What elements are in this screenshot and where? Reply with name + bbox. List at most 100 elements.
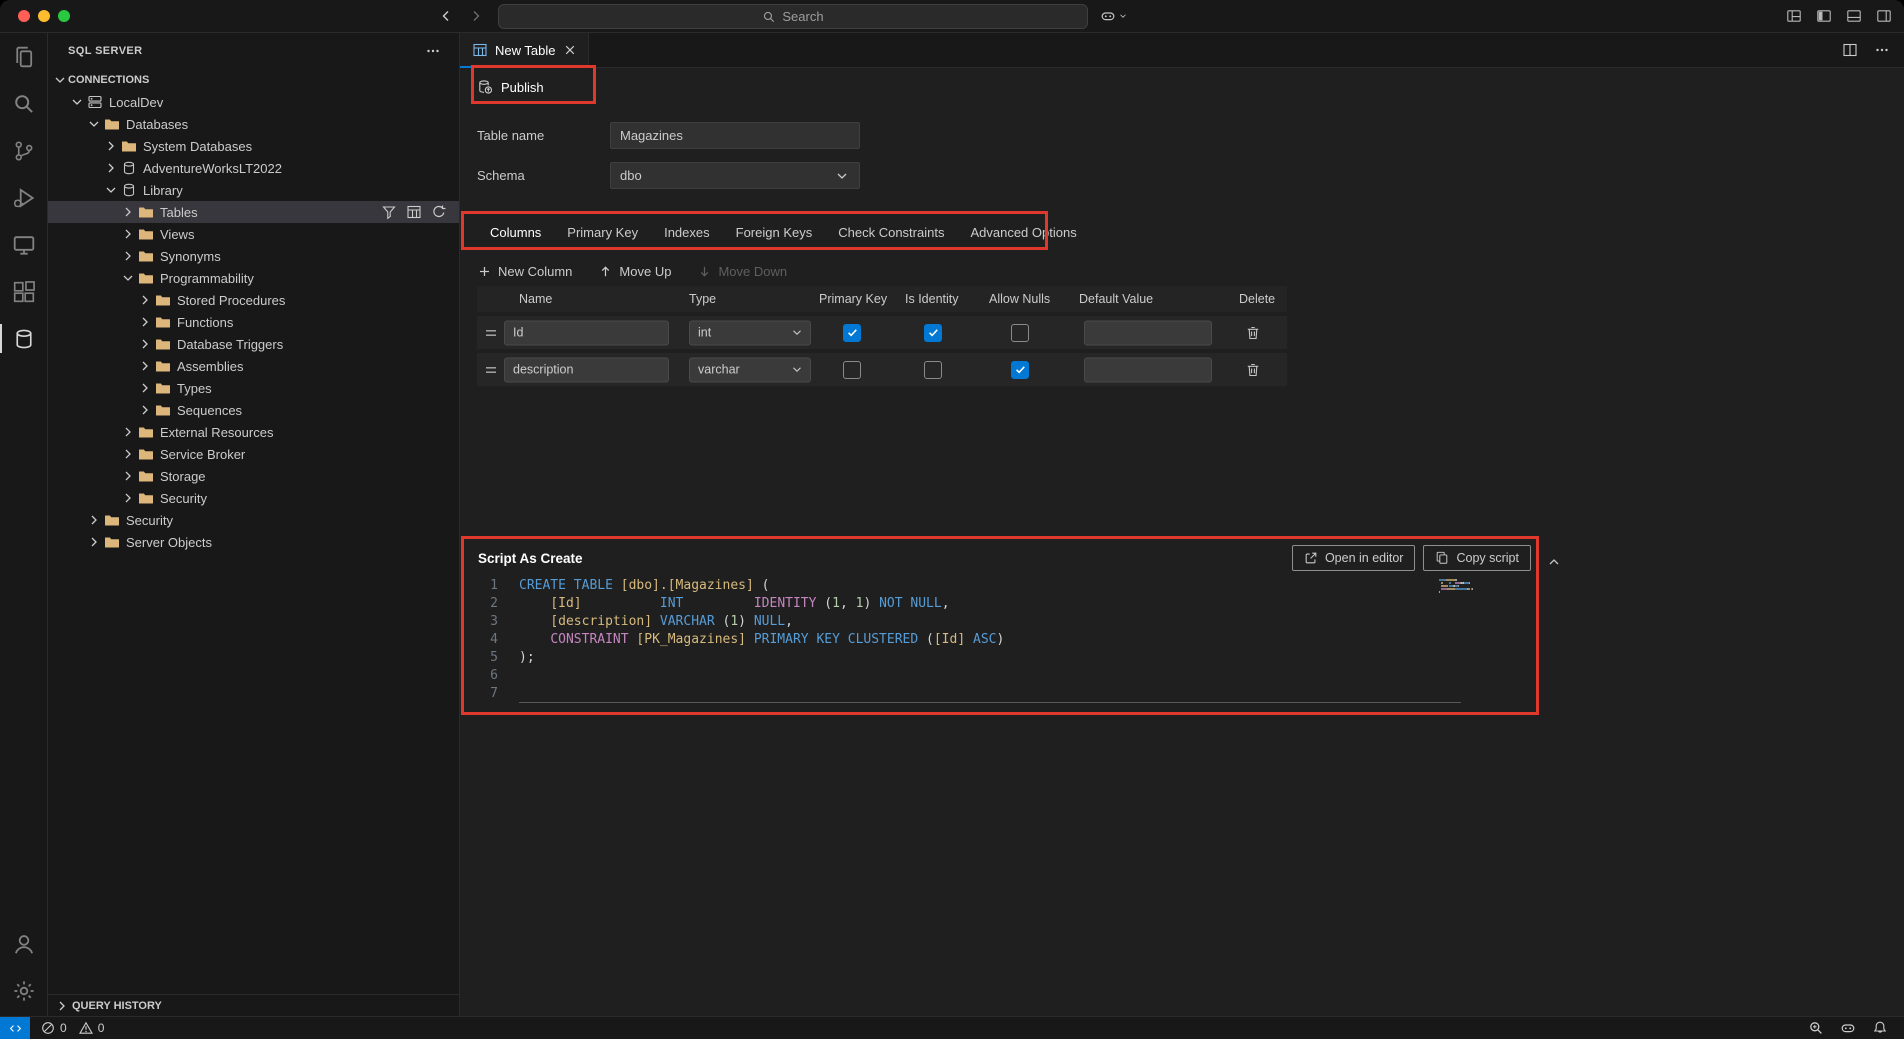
chevron-down-icon[interactable] [86,116,102,132]
chevron-down-icon[interactable] [69,94,85,110]
tree-item-types[interactable]: Types [48,377,459,399]
chevron-right-icon[interactable] [120,204,136,220]
close-window-button[interactable] [18,10,30,22]
designer-tab-advanced-options[interactable]: Advanced Options [957,214,1089,250]
designer-tab-columns[interactable]: Columns [477,214,554,250]
delete-column-button[interactable] [1245,325,1261,341]
chevron-down-icon[interactable] [120,270,136,286]
delete-column-button[interactable] [1245,362,1261,378]
chevron-right-icon[interactable] [120,446,136,462]
activity-debug-icon[interactable] [0,174,48,221]
script-editor[interactable]: 1CREATE TABLE [dbo].[Magazines] (2 [Id] … [462,577,1537,703]
chevron-right-icon[interactable] [137,358,153,374]
publish-button[interactable]: Publish [477,70,544,104]
tree-item-database-triggers[interactable]: Database Triggers [48,333,459,355]
tree-item-sequences[interactable]: Sequences [48,399,459,421]
minimize-window-button[interactable] [38,10,50,22]
chevron-down-icon[interactable] [103,182,119,198]
refresh-icon[interactable] [431,204,447,220]
tab-new-table[interactable]: New Table [460,33,589,67]
tree-item-stored-procedures[interactable]: Stored Procedures [48,289,459,311]
copilot-menu[interactable] [1100,8,1128,24]
tree-item-functions[interactable]: Functions [48,311,459,333]
chevron-right-icon[interactable] [120,424,136,440]
move-up-button[interactable]: Move Up [598,264,671,279]
default-value-input[interactable] [1084,357,1212,382]
primary-key-checkbox[interactable] [843,324,861,342]
activity-gear-icon[interactable] [0,967,48,1014]
tree-item-synonyms[interactable]: Synonyms [48,245,459,267]
new-column-button[interactable]: New Column [477,264,572,279]
tree-item-databases[interactable]: Databases [48,113,459,135]
chevron-right-icon[interactable] [103,138,119,154]
tree-item-external-resources[interactable]: External Resources [48,421,459,443]
chevron-right-icon[interactable] [137,336,153,352]
tree-item-assemblies[interactable]: Assemblies [48,355,459,377]
tree-item-adventureworkslt2022[interactable]: AdventureWorksLT2022 [48,157,459,179]
forward-icon[interactable] [468,8,484,24]
tree-item-connections[interactable]: CONNECTIONS [48,69,459,91]
chevron-right-icon[interactable] [137,402,153,418]
more-actions-icon[interactable] [1874,42,1890,58]
open-in-editor-button[interactable]: Open in editor [1292,545,1416,571]
chevron-down-icon[interactable] [52,72,68,88]
activity-search-icon[interactable] [0,80,48,127]
allow-nulls-checkbox[interactable] [1011,361,1029,379]
tree-item-server-objects[interactable]: Server Objects [48,531,459,553]
activity-files-icon[interactable] [0,33,48,80]
tree-item-library[interactable]: Library [48,179,459,201]
is-identity-checkbox[interactable] [924,324,942,342]
layout-grid-icon[interactable] [1786,8,1802,24]
chevron-right-icon[interactable] [86,512,102,528]
tree-item-tables[interactable]: Tables [48,201,459,223]
query-history-section[interactable]: QUERY HISTORY [48,994,459,1016]
chevron-right-icon[interactable] [120,490,136,506]
chevron-right-icon[interactable] [120,468,136,484]
panel-left-icon[interactable] [1816,8,1832,24]
panel-right-icon[interactable] [1876,8,1892,24]
is-identity-checkbox[interactable] [924,361,942,379]
activity-remote-explorer-icon[interactable] [0,221,48,268]
chevron-right-icon[interactable] [120,248,136,264]
drag-handle-icon[interactable] [483,325,499,341]
scroll-up-icon[interactable] [1546,554,1562,570]
activity-extensions-icon[interactable] [0,268,48,315]
bell-icon[interactable] [1872,1020,1888,1036]
drag-handle-icon[interactable] [483,362,499,378]
primary-key-checkbox[interactable] [843,361,861,379]
chevron-right-icon[interactable] [137,380,153,396]
tree-item-security[interactable]: Security [48,487,459,509]
panel-bottom-icon[interactable] [1846,8,1862,24]
zoom-icon[interactable] [1808,1020,1824,1036]
column-name-input[interactable]: Id [504,320,669,345]
tree-item-storage[interactable]: Storage [48,465,459,487]
chevron-right-icon[interactable] [120,226,136,242]
allow-nulls-checkbox[interactable] [1011,324,1029,342]
tree-item-system-databases[interactable]: System Databases [48,135,459,157]
remote-indicator[interactable] [0,1017,30,1039]
more-actions-icon[interactable] [425,43,441,59]
default-value-input[interactable] [1084,320,1212,345]
back-icon[interactable] [438,8,454,24]
chevron-right-icon[interactable] [137,314,153,330]
tree-item-views[interactable]: Views [48,223,459,245]
designer-tab-primary-key[interactable]: Primary Key [554,214,651,250]
schema-select[interactable]: dbo [610,162,860,189]
maximize-window-button[interactable] [58,10,70,22]
tree-item-security[interactable]: Security [48,509,459,531]
activity-source-control-icon[interactable] [0,127,48,174]
problems-indicator[interactable]: 0 0 [40,1020,111,1036]
tree-item-programmability[interactable]: Programmability [48,267,459,289]
designer-tab-foreign-keys[interactable]: Foreign Keys [723,214,826,250]
split-editor-icon[interactable] [1842,42,1858,58]
minimap[interactable] [1439,579,1489,600]
column-name-input[interactable]: description [504,357,669,382]
copy-script-button[interactable]: Copy script [1423,545,1531,571]
table-name-input[interactable] [610,122,860,149]
designer-tab-indexes[interactable]: Indexes [651,214,723,250]
tree-item-service-broker[interactable]: Service Broker [48,443,459,465]
column-type-select[interactable]: int [689,320,811,345]
tree-item-localdev[interactable]: LocalDev [48,91,459,113]
chevron-right-icon[interactable] [103,160,119,176]
chevron-right-icon[interactable] [86,534,102,550]
